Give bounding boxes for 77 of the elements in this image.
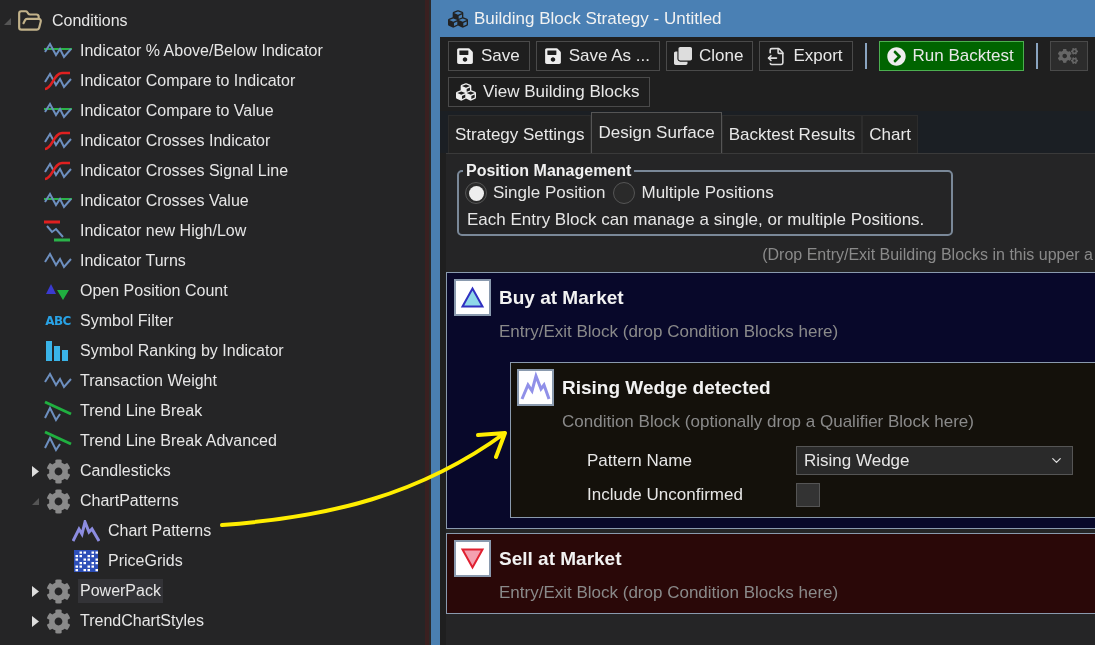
collapsed-triangle-icon[interactable]	[31, 465, 39, 477]
window-title: Building Block Strategy - Untitled	[474, 8, 722, 29]
block-subtitle: Entry/Exit Block (drop Condition Blocks here)	[499, 583, 840, 603]
gears-icon	[1057, 46, 1078, 66]
tree-item[interactable]: Indicator Turns	[78, 249, 188, 273]
copy-icon	[674, 47, 692, 65]
tree-item[interactable]: Trend Line Break Advanced	[78, 429, 279, 453]
expanded-triangle-icon[interactable]	[3, 17, 11, 25]
peaks-icon	[72, 520, 100, 542]
crossing-lines-icon	[44, 160, 72, 182]
tree-item[interactable]: Open Position Count	[78, 279, 230, 303]
crossing-lines-icon	[44, 130, 72, 152]
expanded-triangle-icon[interactable]	[31, 497, 39, 505]
tree-item[interactable]: Indicator % Above/Below Indicator	[78, 39, 325, 63]
tree-item[interactable]: Chart Patterns	[106, 519, 214, 543]
export-icon	[767, 46, 787, 66]
tree-item[interactable]: Trend Line Break	[78, 399, 205, 423]
radio-label: Single Position	[493, 183, 606, 203]
tree-item[interactable]: Symbol Filter	[78, 309, 176, 333]
drop-hint: (Drop Entry/Exit Building Blocks in this upper a	[762, 246, 1093, 264]
radio-label: Multiple Positions	[641, 183, 774, 203]
collapsed-triangle-icon[interactable]	[31, 615, 39, 627]
peaks-icon	[517, 369, 554, 406]
tree-item[interactable]: Indicator Compare to Indicator	[78, 69, 298, 93]
tree-item[interactable]: ChartPatterns	[78, 489, 181, 513]
block-subtitle: Condition Block (optionally drop a Qualifier Block here)	[562, 412, 975, 432]
tree-item[interactable]: Indicator new High/Low	[78, 219, 249, 243]
gear-icon	[45, 608, 71, 634]
tab[interactable]: Chart	[862, 115, 918, 153]
pane-splitter[interactable]	[425, 0, 440, 645]
tab[interactable]: Design Surface	[591, 112, 722, 153]
folder-icon	[17, 8, 43, 34]
high-low-icon	[44, 220, 72, 242]
trend-line-icon	[44, 430, 72, 452]
tree-item[interactable]: Transaction Weight	[78, 369, 219, 393]
trend-line-icon	[44, 400, 72, 422]
block-title: Sell at Market	[499, 547, 622, 570]
tab[interactable]: Backtest Results	[721, 115, 863, 153]
tree-item[interactable]: Candlesticks	[78, 459, 173, 483]
view-building-blocks-button[interactable]: View Building Blocks	[448, 77, 650, 107]
group-title: Position Management	[465, 162, 633, 180]
tree-item[interactable]: Indicator Crosses Indicator	[78, 129, 273, 153]
gear-icon	[45, 458, 71, 484]
tab[interactable]: Strategy Settings	[448, 115, 592, 153]
toolbar-button[interactable]: Run Backtest	[878, 41, 1024, 71]
tree-item[interactable]: TrendChartStyles	[78, 609, 206, 633]
blocks-icon	[456, 82, 476, 102]
toolbar-button[interactable]: Clone	[666, 41, 754, 71]
tree-item[interactable]: Symbol Ranking by Indicator	[78, 339, 286, 363]
gear-icon	[45, 488, 71, 514]
tree-item[interactable]: Indicator Crosses Value	[78, 189, 251, 213]
block-subtitle: Entry/Exit Block (drop Condition Blocks here)	[499, 322, 840, 342]
grid-icon	[72, 550, 100, 572]
toolbar-button[interactable]: Save	[448, 41, 530, 71]
pattern-dropdown[interactable]: Rising Wedge	[796, 446, 1073, 475]
save-icon	[543, 47, 562, 65]
tree-item[interactable]: Indicator Compare to Value	[78, 99, 276, 123]
gear-icon	[45, 578, 71, 604]
checkbox[interactable]	[796, 483, 820, 507]
param-label: Include Unconfirmed	[587, 485, 744, 505]
radio-button[interactable]	[613, 182, 636, 204]
block-title: Buy at Market	[499, 286, 624, 309]
toolbar-button[interactable]: Save As ...	[535, 41, 660, 71]
collapsed-triangle-icon[interactable]	[31, 585, 39, 597]
tree-item[interactable]: PowerPack	[78, 579, 163, 603]
tree-item[interactable]: Conditions	[50, 9, 130, 33]
blocks-icon	[448, 8, 468, 29]
tree-item[interactable]: PriceGrids	[106, 549, 185, 573]
radio-button[interactable]	[465, 182, 487, 204]
tree-item[interactable]: Indicator Crosses Signal Line	[78, 159, 291, 183]
save-icon	[456, 47, 474, 65]
group-note: Each Entry Block can manage a single, or multiple Positions.	[467, 210, 925, 229]
param-label: Pattern Name	[587, 450, 693, 471]
block-title: Rising Wedge detected	[562, 376, 771, 399]
toolbar-button[interactable]: Export	[759, 41, 853, 71]
abc-icon: ABC	[45, 314, 71, 328]
crossing-lines-icon	[44, 70, 72, 92]
